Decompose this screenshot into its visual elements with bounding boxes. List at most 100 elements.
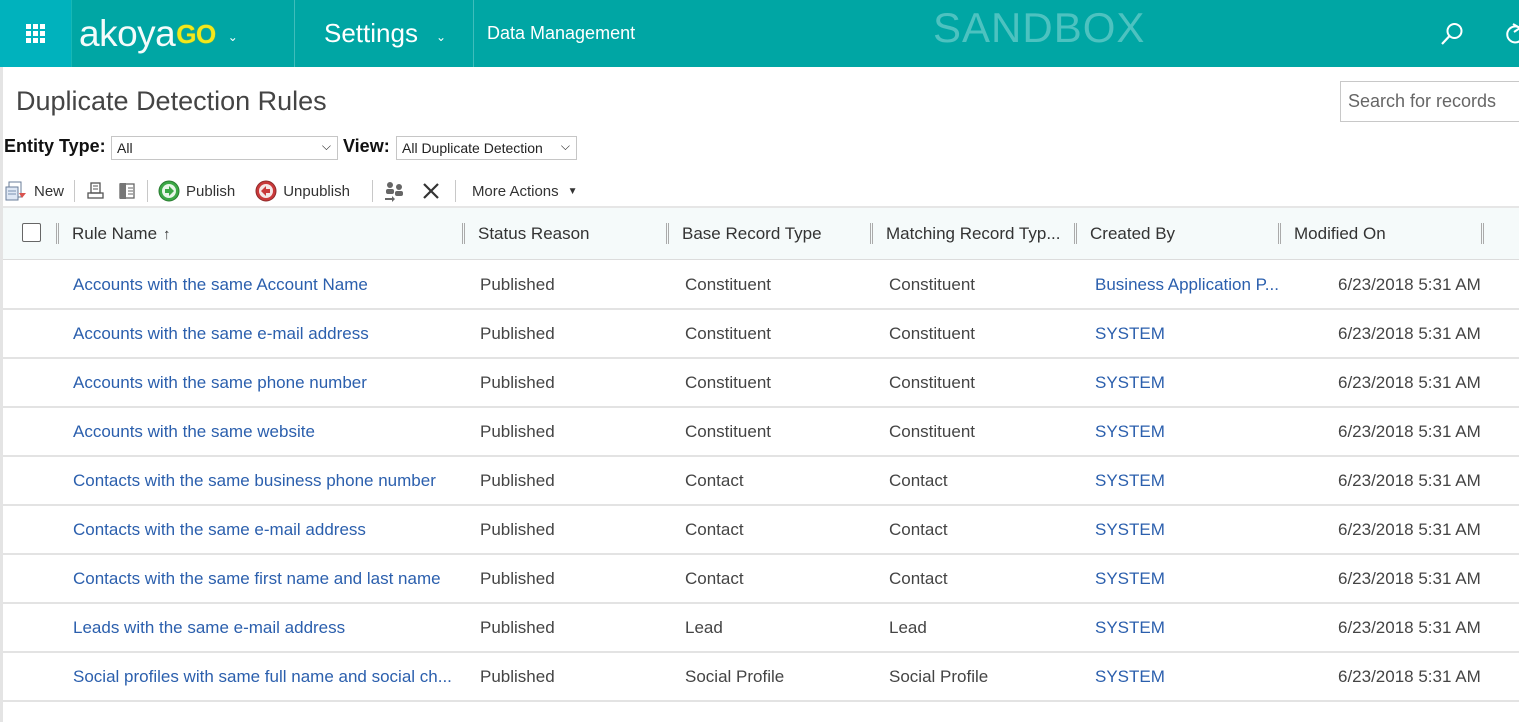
modified-on-header-label: Modified On: [1294, 224, 1386, 243]
created-by-link[interactable]: SYSTEM: [1095, 310, 1165, 357]
assign-button[interactable]: [383, 177, 407, 205]
toolbar-separator: [454, 180, 456, 202]
created-by-link[interactable]: SYSTEM: [1095, 359, 1165, 406]
print-preview-button[interactable]: [85, 177, 107, 205]
column-resize-handle[interactable]: [1074, 223, 1077, 244]
matching-record-type-cell: Social Profile: [889, 666, 989, 686]
rule-name-link[interactable]: Social profiles with same full name and …: [73, 653, 452, 700]
export-excel-button[interactable]: [117, 177, 137, 205]
base-record-type-cell: Constituent: [685, 323, 771, 343]
created-by-header-label: Created By: [1090, 224, 1176, 243]
publish-arrow-icon: [158, 180, 180, 202]
column-resize-handle[interactable]: [56, 223, 59, 244]
grid-body: Accounts with the same Account Name Publ…: [3, 261, 1519, 702]
column-resize-handle[interactable]: [1278, 223, 1281, 244]
column-header-rule-name[interactable]: Rule Name ↑: [72, 208, 171, 260]
table-row[interactable]: Leads with the same e-mail address Publi…: [3, 604, 1519, 653]
created-by-link[interactable]: Business Application P...: [1095, 261, 1279, 308]
status-reason-cell: Published: [480, 568, 555, 588]
column-resize-handle[interactable]: [870, 223, 873, 244]
created-by-link[interactable]: SYSTEM: [1095, 457, 1165, 504]
matching-record-type-cell: Constituent: [889, 323, 975, 343]
unpublish-label: Unpublish: [283, 182, 350, 200]
chevron-down-icon: ⌵: [560, 139, 570, 153]
delete-button[interactable]: [421, 177, 441, 205]
base-record-type-header-label: Base Record Type: [682, 224, 822, 243]
global-search-button[interactable]: [1438, 20, 1466, 48]
toolbar-separator: [371, 180, 373, 202]
recent-records-button[interactable]: [1504, 20, 1519, 48]
rule-name-link[interactable]: Accounts with the same e-mail address: [73, 310, 369, 357]
base-record-type-cell: Constituent: [685, 274, 771, 294]
more-actions-button[interactable]: More Actions ▼: [472, 177, 578, 205]
table-row[interactable]: Accounts with the same website Published…: [3, 408, 1519, 457]
created-by-link[interactable]: SYSTEM: [1095, 604, 1165, 651]
command-bar: New Publish Unpublish More Actions ▼: [4, 177, 578, 205]
column-header-base-record-type[interactable]: Base Record Type: [682, 208, 822, 260]
environment-label: SANDBOX: [933, 4, 1146, 51]
chevron-down-icon: ⌄: [435, 29, 447, 44]
rule-name-link[interactable]: Contacts with the same e-mail address: [73, 506, 366, 553]
column-header-modified-on[interactable]: Modified On: [1294, 208, 1386, 260]
rule-name-link[interactable]: Contacts with the same business phone nu…: [73, 457, 436, 504]
table-row[interactable]: Social profiles with same full name and …: [3, 653, 1519, 702]
rule-name-link[interactable]: Contacts with the same first name and la…: [73, 555, 441, 602]
matching-record-type-cell: Contact: [889, 568, 948, 588]
brand-logo-accent: GO: [176, 18, 216, 49]
column-resize-handle[interactable]: [1481, 223, 1484, 244]
status-reason-cell: Published: [480, 617, 555, 637]
view-select[interactable]: All Duplicate Detection ⌵: [396, 136, 577, 160]
select-all-checkbox[interactable]: [22, 223, 41, 242]
entity-type-value: All: [117, 140, 133, 156]
status-reason-cell: Published: [480, 323, 555, 343]
chevron-down-icon: ⌵: [321, 139, 331, 153]
modified-on-cell: 6/23/2018 5:31 AM: [1338, 617, 1481, 637]
publish-button[interactable]: Publish: [158, 177, 235, 205]
breadcrumb-data-management[interactable]: Data Management: [487, 0, 635, 67]
rule-name-link[interactable]: Accounts with the same phone number: [73, 359, 367, 406]
base-record-type-cell: Contact: [685, 519, 744, 539]
created-by-link[interactable]: SYSTEM: [1095, 408, 1165, 455]
column-header-status-reason[interactable]: Status Reason: [478, 208, 590, 260]
modified-on-cell: 6/23/2018 5:31 AM: [1338, 568, 1481, 588]
area-menu-settings[interactable]: Settings ⌄: [296, 0, 474, 67]
matching-record-type-cell: Lead: [889, 617, 927, 637]
created-by-link[interactable]: SYSTEM: [1095, 555, 1165, 602]
app-switcher[interactable]: akoya GO ⌄: [71, 0, 295, 67]
column-resize-handle[interactable]: [462, 223, 465, 244]
rule-name-link[interactable]: Accounts with the same website: [73, 408, 315, 455]
rule-name-link[interactable]: Accounts with the same Account Name: [73, 261, 368, 308]
status-reason-header-label: Status Reason: [478, 224, 590, 243]
table-row[interactable]: Contacts with the same business phone nu…: [3, 457, 1519, 506]
column-header-created-by[interactable]: Created By: [1090, 208, 1175, 260]
table-row[interactable]: Contacts with the same e-mail address Pu…: [3, 506, 1519, 555]
status-reason-cell: Published: [480, 421, 555, 441]
table-row[interactable]: Accounts with the same Account Name Publ…: [3, 261, 1519, 310]
modified-on-cell: 6/23/2018 5:31 AM: [1338, 372, 1481, 392]
search-records-input[interactable]: Search for records: [1340, 81, 1519, 122]
status-reason-cell: Published: [480, 372, 555, 392]
table-row[interactable]: Accounts with the same phone number Publ…: [3, 359, 1519, 408]
rule-name-link[interactable]: Leads with the same e-mail address: [73, 604, 345, 651]
sort-ascending-icon: ↑: [163, 225, 171, 243]
grid-header: Rule Name ↑ Status Reason Base Record Ty…: [3, 208, 1519, 260]
view-label: View:: [343, 136, 390, 156]
search-icon: [1441, 23, 1463, 45]
table-row[interactable]: Contacts with the same first name and la…: [3, 555, 1519, 604]
column-resize-handle[interactable]: [666, 223, 669, 244]
new-button[interactable]: New: [4, 177, 64, 205]
entity-type-select[interactable]: All ⌵: [111, 136, 338, 160]
column-header-matching-record-type[interactable]: Matching Record Typ...: [886, 208, 1061, 260]
area-label: Settings: [324, 18, 418, 48]
rule-name-header-label: Rule Name: [72, 224, 158, 243]
table-row[interactable]: Accounts with the same e-mail address Pu…: [3, 310, 1519, 359]
page-title: Duplicate Detection Rules: [16, 86, 327, 116]
app-launcher-button[interactable]: [0, 0, 71, 67]
created-by-link[interactable]: SYSTEM: [1095, 653, 1165, 700]
created-by-link[interactable]: SYSTEM: [1095, 506, 1165, 553]
new-record-icon: [5, 181, 26, 201]
base-record-type-cell: Social Profile: [685, 666, 785, 686]
unpublish-button[interactable]: Unpublish: [255, 177, 350, 205]
modified-on-cell: 6/23/2018 5:31 AM: [1338, 421, 1481, 441]
matching-record-type-cell: Constituent: [889, 421, 975, 441]
